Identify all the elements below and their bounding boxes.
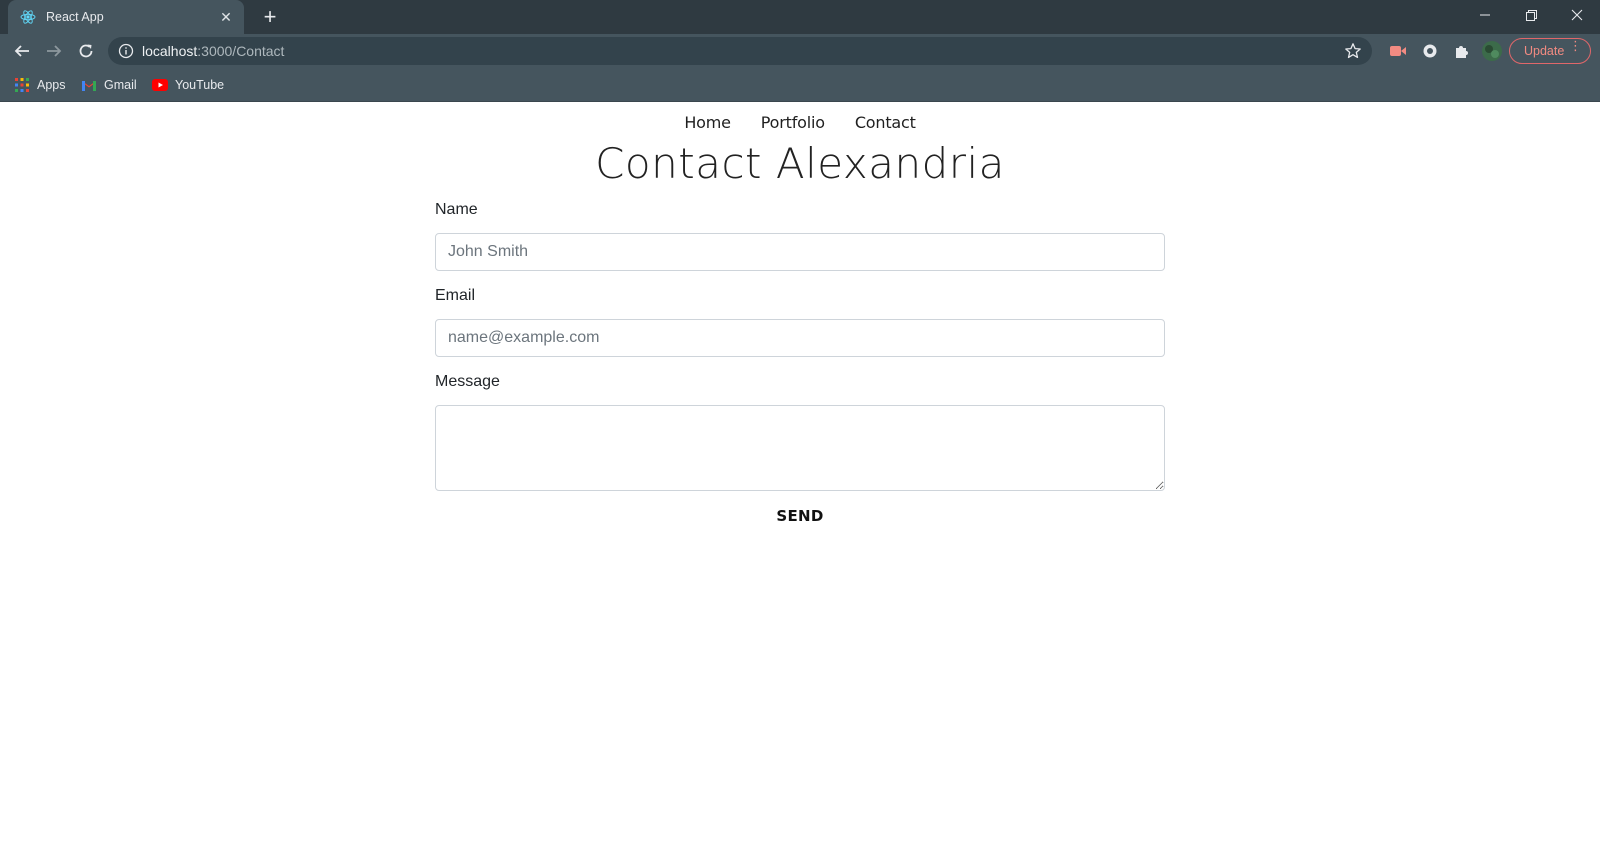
bookmark-label: Gmail — [104, 78, 137, 92]
minimize-window-button[interactable] — [1462, 0, 1508, 30]
message-textarea[interactable] — [435, 405, 1165, 491]
forward-arrow-icon[interactable] — [42, 39, 66, 63]
site-info-icon[interactable] — [118, 43, 134, 59]
restore-window-button[interactable] — [1508, 0, 1554, 30]
url-path: :3000/Contact — [197, 43, 285, 59]
gmail-icon — [81, 77, 97, 93]
site-nav: Home Portfolio Contact — [0, 113, 1600, 132]
close-window-button[interactable] — [1554, 0, 1600, 30]
bookmark-star-icon[interactable] — [1344, 42, 1362, 60]
extension-circle-icon[interactable] — [1418, 39, 1442, 63]
page-content: Home Portfolio Contact Contact Alexandri… — [0, 103, 1600, 860]
message-field-group: Message — [435, 373, 1165, 491]
nav-link-portfolio[interactable]: Portfolio — [746, 113, 840, 132]
apps-grid-icon — [14, 77, 30, 93]
update-button[interactable]: Update ⋮ — [1509, 38, 1591, 64]
tab-title: React App — [46, 10, 104, 24]
nav-link-contact[interactable]: Contact — [840, 113, 931, 132]
name-field-group: Name — [435, 201, 1165, 271]
email-field-group: Email — [435, 287, 1165, 357]
bookmark-label: YouTube — [175, 78, 225, 92]
extensions-puzzle-icon[interactable] — [1449, 39, 1473, 63]
bookmark-gmail[interactable]: Gmail — [81, 76, 137, 94]
message-label: Message — [435, 373, 500, 390]
send-button[interactable]: SEND — [776, 507, 823, 525]
profile-avatar-icon[interactable] — [1480, 39, 1504, 63]
contact-form: Name Email Message — [435, 201, 1165, 507]
back-arrow-icon[interactable] — [10, 39, 34, 63]
tab-strip: React App ✕ + — [0, 0, 1600, 34]
more-menu-icon[interactable]: ⋮ — [1569, 39, 1582, 52]
bookmarks-bar: Apps Gmail YouTube — [0, 68, 1600, 102]
name-input[interactable] — [435, 233, 1165, 271]
bookmark-apps[interactable]: Apps — [14, 76, 66, 94]
page-title: Contact Alexandria — [595, 139, 1005, 188]
email-input[interactable] — [435, 319, 1165, 357]
address-bar[interactable]: localhost:3000/Contact — [108, 37, 1372, 65]
active-tab[interactable]: React App ✕ — [8, 0, 244, 34]
update-label: Update — [1524, 44, 1565, 58]
send-button-wrapper: SEND — [0, 507, 1600, 526]
youtube-icon — [152, 77, 168, 93]
email-label: Email — [435, 287, 476, 304]
react-logo-icon — [20, 9, 36, 25]
browser-toolbar: localhost:3000/Contact Update ⋮ — [0, 34, 1600, 68]
bookmark-youtube[interactable]: YouTube — [152, 76, 224, 94]
bookmark-label: Apps — [37, 78, 66, 92]
reload-icon[interactable] — [74, 39, 98, 63]
name-label: Name — [435, 201, 478, 218]
nav-link-home[interactable]: Home — [669, 113, 745, 132]
close-tab-icon[interactable]: ✕ — [218, 9, 234, 25]
screen-recorder-extension-icon[interactable] — [1386, 39, 1410, 63]
new-tab-button[interactable]: + — [258, 6, 282, 30]
url-host: localhost — [142, 43, 198, 59]
